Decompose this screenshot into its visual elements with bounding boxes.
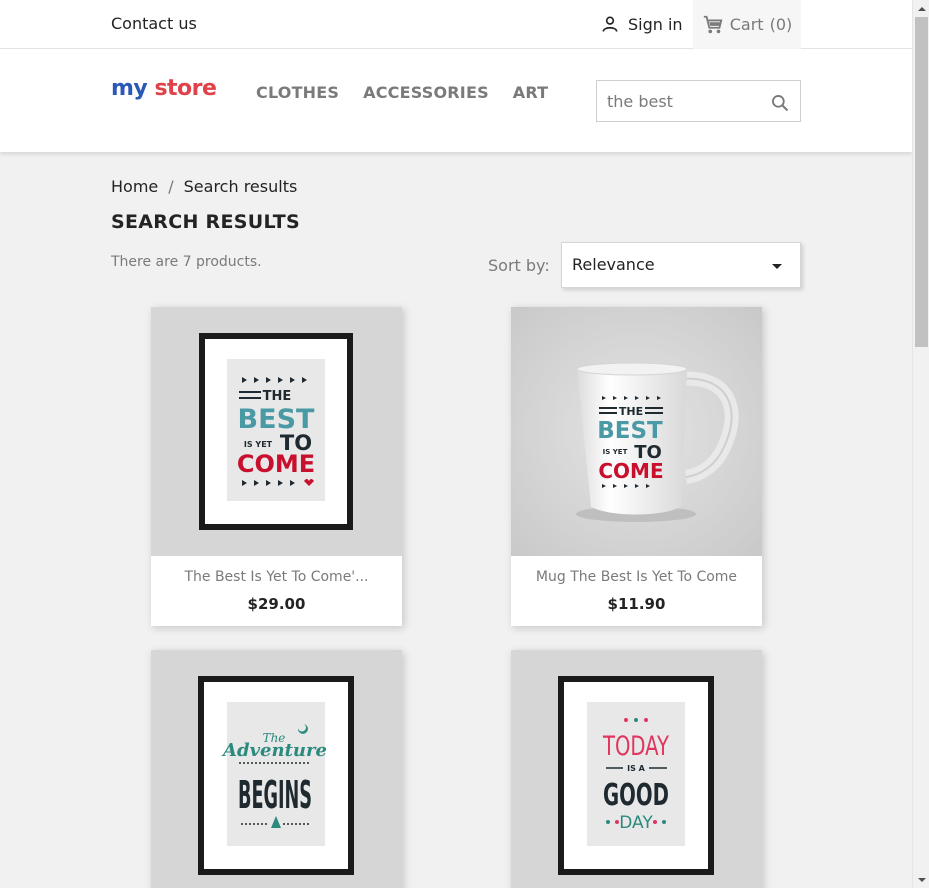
triangle-down-icon: [917, 877, 926, 882]
poster-is-yet-text: IS YET: [244, 440, 273, 449]
sign-in-label: Sign in: [628, 14, 683, 34]
main-nav: CLOTHES ACCESSORIES ART: [256, 83, 548, 102]
poster-begins-text: BEGINS: [238, 773, 312, 817]
mug-is-yet-text: IS YET: [603, 448, 628, 456]
store-logo[interactable]: my store: [111, 76, 217, 101]
product-price: $11.90: [607, 595, 666, 613]
top-bar: Contact us Sign in Cart (0): [0, 0, 912, 49]
poster-is-a-text: IS A: [627, 764, 646, 773]
product-price: $29.00: [247, 595, 306, 613]
cart-button[interactable]: Cart (0): [693, 0, 801, 49]
mug-best-text: BEST: [597, 418, 663, 444]
nav-item-accessories[interactable]: ACCESSORIES: [363, 83, 489, 102]
breadcrumb-separator: /: [168, 177, 174, 196]
framed-poster-image: TODAY IS A GOOD DAY: [511, 650, 762, 888]
scrollbar-thumb[interactable]: [915, 17, 928, 347]
product-image[interactable]: The Adventure BEGINS: [151, 650, 402, 888]
product-card[interactable]: TODAY IS A GOOD DAY: [511, 650, 762, 888]
breadcrumb: Home / Search results: [111, 177, 297, 196]
poster-come-text: COME: [237, 450, 315, 478]
search-box: [596, 80, 801, 122]
nav-item-art[interactable]: ART: [513, 83, 549, 102]
scroll-down-arrow[interactable]: [913, 871, 929, 888]
poster-good-text: GOOD: [603, 778, 669, 813]
product-card[interactable]: The Adventure BEGINS: [151, 650, 402, 888]
poster-adventure-text: Adventure: [221, 740, 327, 761]
caret-down-icon: [772, 264, 782, 269]
mug-come-text: COME: [598, 459, 663, 483]
cart-label: Cart: [729, 15, 764, 34]
sort-label: Sort by:: [488, 256, 550, 275]
sort-select[interactable]: Relevance: [561, 242, 801, 288]
site-header: my store CLOTHES ACCESSORIES ART: [0, 49, 912, 152]
product-card[interactable]: THE BEST IS YET TO COME Mug The Best Is …: [511, 307, 762, 626]
product-image[interactable]: THE BEST IS YET TO COME: [511, 307, 762, 556]
user-icon: [602, 16, 618, 32]
product-card[interactable]: THE BEST IS YET TO COME The Best Is Yet …: [151, 307, 402, 626]
search-input[interactable]: [597, 81, 767, 121]
nav-item-clothes[interactable]: CLOTHES: [256, 83, 339, 102]
framed-poster-image: The Adventure BEGINS: [151, 650, 402, 888]
triangle-up-icon: [917, 6, 926, 11]
logo-my: my: [111, 76, 148, 101]
product-count: There are 7 products.: [111, 254, 262, 270]
cart-count: (0): [769, 15, 793, 34]
framed-poster-image: THE BEST IS YET TO COME: [151, 307, 402, 556]
cart-icon: [703, 15, 723, 33]
product-image[interactable]: THE BEST IS YET TO COME: [151, 307, 402, 556]
poster-the-text: THE: [263, 389, 292, 404]
breadcrumb-home[interactable]: Home: [111, 177, 158, 196]
page: Contact us Sign in Cart (0) my store CLO…: [0, 0, 912, 888]
product-name[interactable]: Mug The Best Is Yet To Come: [511, 569, 762, 585]
logo-store: store: [154, 76, 217, 101]
product-name[interactable]: The Best Is Yet To Come'...: [151, 569, 402, 585]
mug-the-text: THE: [619, 405, 643, 418]
sort-value: Relevance: [572, 255, 655, 274]
sign-in-link[interactable]: Sign in: [600, 14, 683, 34]
breadcrumb-current: Search results: [183, 177, 298, 196]
contact-us-link[interactable]: Contact us: [111, 14, 197, 33]
page-title: SEARCH RESULTS: [111, 211, 300, 233]
mug-image: THE BEST IS YET TO COME: [511, 307, 762, 556]
product-image[interactable]: TODAY IS A GOOD DAY: [511, 650, 762, 888]
scroll-up-arrow[interactable]: [913, 0, 929, 17]
poster-today-text: TODAY: [602, 731, 669, 762]
vertical-scrollbar[interactable]: [912, 0, 929, 888]
poster-day-text: DAY: [619, 813, 653, 833]
search-icon[interactable]: [770, 93, 790, 113]
